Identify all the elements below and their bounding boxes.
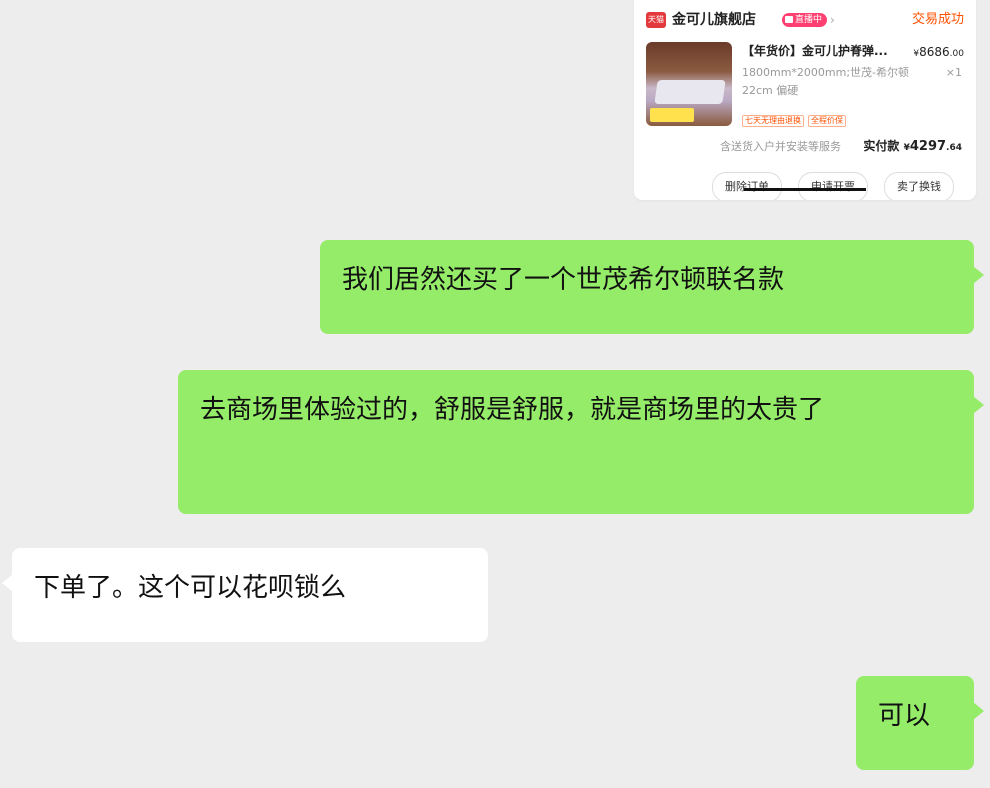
- message-bubble-sent[interactable]: 去商场里体验过的，舒服是舒服，就是商场里的太贵了: [178, 370, 984, 514]
- message-bubble-sent[interactable]: 可以: [856, 676, 984, 770]
- redaction-stroke: [744, 188, 866, 191]
- paid-amount: 实付款 ¥4297.64: [863, 136, 962, 158]
- delete-order-button[interactable]: 删除订单: [712, 172, 782, 200]
- price-cents: .00: [949, 49, 964, 59]
- resell-button[interactable]: 卖了换钱: [884, 172, 954, 200]
- product-title[interactable]: 【年货价】金可儿护脊弹...: [742, 42, 902, 60]
- bed-illustration: [654, 80, 726, 104]
- service-tag: 全程价保: [808, 115, 846, 127]
- service-tag: 七天无理由退换: [742, 115, 804, 127]
- order-actions: 删除订单 申请开票 卖了换钱: [712, 172, 964, 200]
- product-quantity: ×1: [945, 66, 962, 79]
- live-badge-label: 直播中: [795, 15, 823, 25]
- trade-status: 交易成功: [911, 12, 964, 27]
- chevron-right-icon[interactable]: ›: [830, 12, 835, 28]
- message-bubble-sent[interactable]: 我们居然还买了一个世茂希尔顿联名款: [320, 240, 984, 334]
- paid-main: 4297: [909, 139, 947, 154]
- price-tag-decoration: [650, 108, 694, 122]
- store-name[interactable]: 金可儿旗舰店: [672, 10, 756, 30]
- live-icon: [785, 16, 793, 23]
- price-main: 8686: [919, 45, 950, 59]
- order-card-header: 天猫 金可儿旗舰店 直播中 › 交易成功: [646, 10, 964, 30]
- paid-cents: .64: [946, 143, 962, 153]
- product-image[interactable]: [646, 42, 732, 126]
- live-badge[interactable]: 直播中: [782, 13, 828, 27]
- order-card[interactable]: 天猫 金可儿旗舰店 直播中 › 交易成功 【年货价】金可儿护脊弹... ¥868…: [634, 0, 976, 200]
- tmall-icon: 天猫: [646, 12, 666, 28]
- service-note: 含送货入户并安装等服务: [720, 140, 841, 153]
- message-bubble-received[interactable]: 下单了。这个可以花呗锁么: [2, 548, 488, 642]
- request-invoice-button[interactable]: 申请开票: [798, 172, 868, 200]
- product-spec: 1800mm*2000mm;世茂-希尔顿 22cm 偏硬: [742, 66, 910, 97]
- service-tags: 七天无理由退换 全程价保: [742, 108, 850, 127]
- product-price: ¥8686.00: [913, 43, 964, 63]
- paid-label: 实付款: [863, 139, 900, 153]
